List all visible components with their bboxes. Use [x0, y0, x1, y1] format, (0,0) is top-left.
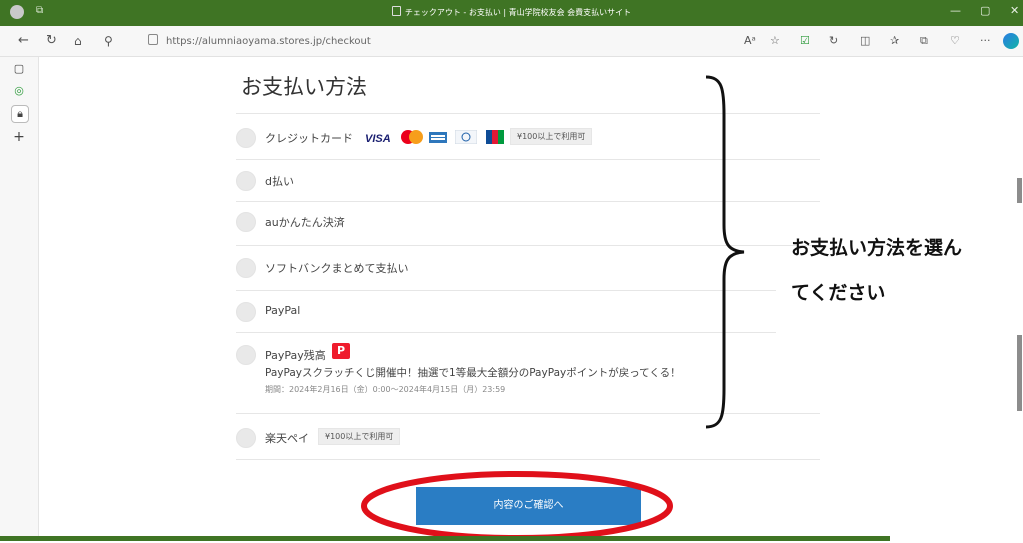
radio-button[interactable]: [236, 258, 256, 278]
vertical-tab-sidebar: ▢ ◎ 🔒︎ +: [0, 57, 39, 541]
new-tab-icon[interactable]: +: [11, 129, 27, 145]
min-amount-badge: ¥100以上で利用可: [510, 128, 593, 145]
copilot-icon[interactable]: [1003, 33, 1019, 49]
bottom-bar: [0, 536, 890, 541]
split-screen-icon[interactable]: ◫: [860, 34, 870, 47]
jcb-icon: [486, 129, 504, 144]
address-bar: ← ↻ ⌂ ⚲ https://alumniaoyama.stores.jp/c…: [0, 26, 1023, 57]
divider: [236, 290, 776, 291]
refresh-icon[interactable]: ↻: [46, 33, 57, 49]
divider: [236, 332, 776, 333]
payment-heading: お支払い方法: [241, 75, 367, 99]
lock-icon: [391, 6, 401, 16]
annotation-circle: [361, 471, 673, 541]
mastercard-icon: [400, 129, 424, 144]
refresh-extension-icon[interactable]: ↻: [829, 34, 838, 47]
payment-option-rakuten-pay[interactable]: 楽天ペイ ¥100以上で利用可: [236, 428, 820, 448]
favorite-icon[interactable]: ☆: [770, 34, 780, 47]
url-field[interactable]: https://alumniaoyama.stores.jp/checkout: [148, 34, 371, 47]
maximize-button[interactable]: ▢: [980, 4, 990, 17]
annotation-text-line2: てください: [791, 282, 886, 304]
scrollbar-thumb[interactable]: [1017, 335, 1022, 411]
favorites-bar-icon[interactable]: ✰: [890, 34, 899, 47]
radio-button[interactable]: [236, 171, 256, 191]
option-label: PayPal: [265, 304, 301, 317]
window-title: チェックアウト - お支払い | 青山学院校友会 会費支払いサイト: [0, 6, 1023, 18]
browser-essentials-icon[interactable]: ♡: [950, 34, 960, 47]
min-amount-badge: ¥100以上で利用可: [318, 428, 401, 445]
scrollbar-thumb[interactable]: [1017, 178, 1022, 203]
lock-icon: [148, 34, 158, 45]
tab-actions-icon[interactable]: ▢: [11, 61, 27, 77]
option-label: PayPay残高: [265, 349, 326, 362]
visa-icon: VISA: [365, 129, 395, 145]
paypay-icon: P: [332, 343, 350, 359]
svg-text:VISA: VISA: [365, 133, 391, 144]
radio-button[interactable]: [236, 302, 256, 322]
more-icon[interactable]: ···: [980, 34, 991, 47]
read-aloud-icon[interactable]: Aᵃ: [744, 34, 756, 47]
option-label: クレジットカード: [265, 132, 353, 145]
collections-icon[interactable]: ⧉: [920, 34, 928, 48]
amex-icon: [429, 129, 447, 143]
title-bar: ⧉ チェックアウト - お支払い | 青山学院校友会 会費支払いサイト — ▢ …: [0, 0, 1023, 26]
option-label: 楽天ペイ: [265, 432, 309, 445]
close-button[interactable]: ✕: [1010, 4, 1019, 17]
radio-button[interactable]: [236, 212, 256, 232]
annotation-brace: [705, 75, 745, 429]
search-icon[interactable]: ⚲: [104, 33, 113, 49]
paypay-promo-text: PayPayスクラッチくじ開催中！抽選で1等最大全額分のPayPayポイントが戻…: [265, 367, 681, 379]
diners-club-icon: [454, 129, 478, 145]
extension-icon[interactable]: ☑: [800, 34, 810, 47]
divider: [236, 459, 820, 460]
annotation-text-line1: お支払い方法を選ん: [791, 237, 963, 259]
minimize-button[interactable]: —: [950, 4, 961, 17]
tab-favicon-icon[interactable]: ◎: [11, 83, 27, 99]
option-label: d払い: [265, 175, 294, 188]
paypay-promo-period: 期間：2024年2月16日（金）0:00〜2024年4月15日（月）23:59: [265, 385, 506, 394]
back-icon[interactable]: ←: [18, 33, 29, 49]
radio-button[interactable]: [236, 428, 256, 448]
radio-button[interactable]: [236, 345, 256, 365]
option-label: ソフトバンクまとめて支払い: [265, 262, 409, 275]
radio-button[interactable]: [236, 128, 256, 148]
option-label: auかんたん決済: [265, 216, 345, 229]
home-icon[interactable]: ⌂: [74, 33, 82, 49]
active-tab-lock-icon[interactable]: 🔒︎: [11, 105, 29, 123]
